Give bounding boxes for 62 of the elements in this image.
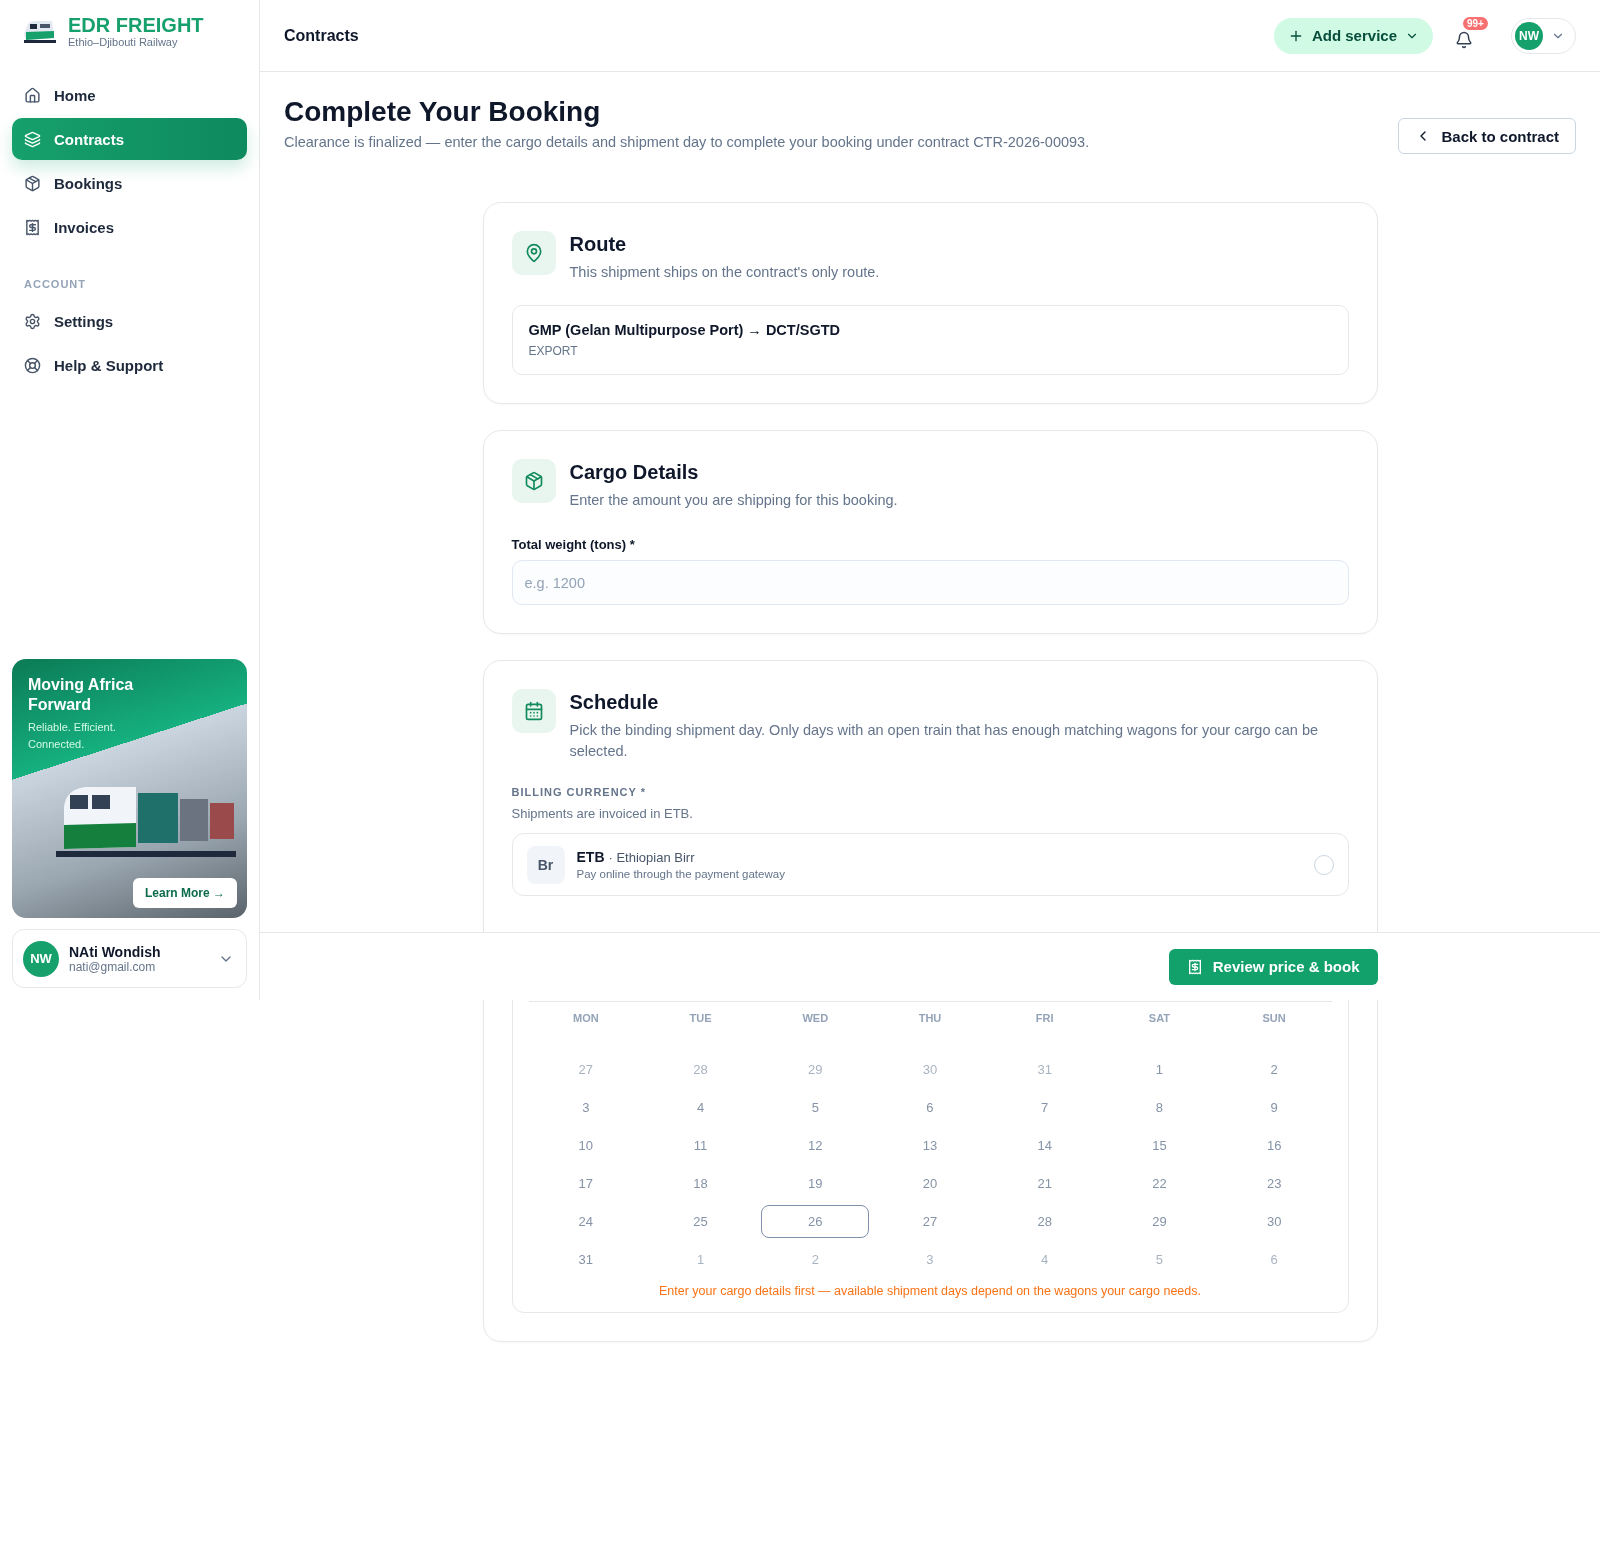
user-avatar: NW <box>1515 21 1543 50</box>
nav-item[interactable]: Contracts <box>12 118 247 160</box>
card-description: Enter the amount you are shipping for this booking. <box>569 491 898 510</box>
nav-item[interactable]: Home <box>12 74 247 116</box>
brand-tagline: Ethio–Djibouti Railway <box>68 36 179 48</box>
field-label: Total weight (tons) * <box>511 537 636 552</box>
nav-item[interactable]: Settings <box>12 300 247 342</box>
brand-name: EDR FREIGHT <box>68 14 204 36</box>
user-card[interactable]: NW NAti Wondish nati@gmail.com <box>12 929 247 988</box>
currency-code: ETB <box>576 849 605 865</box>
notification-badge: 99+ <box>1463 16 1488 30</box>
bell-icon <box>1455 30 1473 49</box>
card-description: This shipment ships on the contract's only route. <box>569 263 880 282</box>
contracts-icon <box>24 130 41 148</box>
route-direction: EXPORT <box>528 344 579 358</box>
weekday-label: SUN <box>1262 1012 1286 1024</box>
weekday-label: WED <box>802 1012 829 1024</box>
route-text: GMP (Gelan Multipurpose Port) → DCT/SGTD <box>528 322 841 338</box>
currency-option[interactable]: Br ETB · Ethiopian Birr Pay online through the payment gateway <box>511 833 1349 896</box>
profile-menu-button[interactable]: NW <box>1511 17 1576 54</box>
calendar-icon <box>511 689 556 733</box>
promo-subtitle: Reliable. Efficient. Connected. <box>28 720 117 752</box>
user-email: nati@gmail.com <box>69 959 157 974</box>
back-button[interactable]: Back to contract <box>1398 118 1576 154</box>
section-heading: ACCOUNT <box>23 278 87 290</box>
weight-input[interactable]: e.g. 1200 <box>511 560 1349 605</box>
weekday-label: SAT <box>1148 1012 1170 1024</box>
package-icon <box>511 459 556 503</box>
add-service-button[interactable]: Add service <box>1273 17 1433 54</box>
calendar-warning: Enter your cargo details first — available shipment days depend on the wagons your cargo needs. <box>658 1284 1202 1298</box>
user-name: NAti Wondish <box>69 943 162 960</box>
receipt-icon <box>1186 958 1203 975</box>
page-subtitle: Clearance is finalized — enter the cargo details and shipment day to complete your booking under contract CTR-2026-00093. <box>284 134 1090 150</box>
weekday-label: FRI <box>1035 1012 1054 1024</box>
weekday-label: TUE <box>689 1012 712 1024</box>
currency-symbol: Br <box>526 845 565 884</box>
nav-item[interactable]: Invoices <box>12 206 247 248</box>
card-description: Pick the binding shipment day. Only days with an open train that has enough matching wagons for your cargo can be selected. <box>569 721 1320 761</box>
home-icon <box>24 86 41 104</box>
currency-note: Shipments are invoiced in ETB. <box>511 806 694 821</box>
learn-more-button[interactable]: Learn More → <box>133 878 237 908</box>
nav-item[interactable]: Bookings <box>12 162 247 204</box>
field-label: BILLING CURRENCY * <box>511 786 648 798</box>
user-avatar: NW <box>23 940 59 977</box>
notifications-button[interactable]: 99+ <box>1449 16 1495 55</box>
card-title: Cargo Details <box>569 461 700 484</box>
help-icon <box>24 356 41 374</box>
promo-title: Moving Africa Forward <box>28 675 135 715</box>
card-title: Schedule <box>569 691 660 714</box>
page-title: Contracts <box>284 26 360 45</box>
currency-name: · Ethiopian Birr <box>608 850 695 865</box>
bookings-icon <box>24 174 41 192</box>
invoices-icon <box>24 218 41 236</box>
weekday-label: THU <box>918 1012 942 1024</box>
settings-icon <box>24 312 41 330</box>
nav-item[interactable]: Help & Support <box>12 344 247 386</box>
payment-note: Pay online through the payment gateway <box>576 868 786 880</box>
map-pin-icon <box>511 231 556 275</box>
card-title: Route <box>569 233 628 256</box>
weekday-label: MON <box>573 1012 599 1024</box>
page-heading: Complete Your Booking <box>284 96 602 128</box>
review-book-button[interactable]: Review price & book <box>1168 948 1378 985</box>
